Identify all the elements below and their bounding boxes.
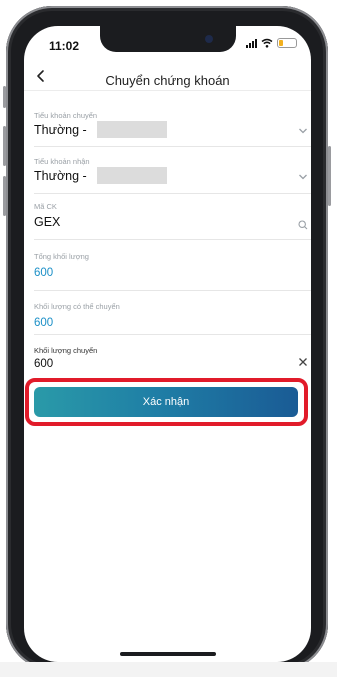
signal-icon [246, 38, 257, 48]
side-button-top [3, 86, 6, 108]
dest-account-value-row: Thường - [34, 167, 304, 184]
redacted-account-number [96, 167, 167, 184]
source-account-value: Thường - [34, 122, 87, 137]
side-button-volume-down [3, 176, 6, 216]
transfer-volume-label: Khối lượng chuyển [34, 346, 98, 355]
divider [34, 146, 311, 147]
source-account-select[interactable]: Tiểu khoản chuyển Thường - [34, 111, 311, 147]
confirm-area: Xác nhận [24, 378, 311, 428]
nav-divider [24, 90, 311, 91]
camera [205, 35, 213, 43]
notch [100, 26, 236, 52]
clear-icon[interactable] [298, 357, 308, 367]
divider [34, 193, 311, 194]
redacted-account-number [96, 121, 167, 138]
total-volume-field: Tổng khối lượng 600 [34, 252, 311, 291]
status-time: 11:02 [49, 39, 80, 53]
side-button-volume-up [3, 126, 6, 166]
confirm-button[interactable]: Xác nhận [34, 387, 298, 417]
transferable-volume-value: 600 [34, 317, 54, 329]
stock-code-label: Mã CK [34, 202, 57, 211]
transfer-volume-input[interactable]: Khối lượng chuyển 600 [34, 346, 307, 372]
dest-account-label: Tiểu khoản nhận [34, 157, 90, 166]
total-volume-value: 600 [34, 267, 54, 279]
bottom-bar [0, 662, 337, 677]
page-title: Chuyển chứng khoán [105, 73, 230, 88]
divider [34, 334, 311, 335]
search-icon[interactable] [298, 220, 308, 230]
stock-code-field[interactable]: Mã CK GEX [34, 202, 311, 240]
divider [34, 239, 311, 240]
chevron-down-icon[interactable] [298, 173, 308, 181]
transferable-volume-label: Khối lượng có thể chuyển [34, 302, 120, 311]
stock-code-value: GEX [34, 215, 61, 229]
nav-bar: Chuyển chứng khoán [24, 60, 311, 90]
total-volume-label: Tổng khối lượng [34, 252, 89, 261]
source-account-value-row: Thường - [34, 121, 304, 138]
source-account-label: Tiểu khoản chuyển [34, 111, 98, 120]
dest-account-value: Thường - [34, 168, 87, 183]
wifi-icon [261, 38, 273, 48]
transfer-volume-value: 600 [34, 358, 54, 370]
status-icons [246, 38, 297, 48]
side-button-power [328, 146, 331, 206]
home-indicator [120, 652, 216, 656]
battery-icon [277, 38, 297, 48]
divider [34, 290, 311, 291]
chevron-down-icon[interactable] [298, 127, 308, 135]
dest-account-select[interactable]: Tiểu khoản nhận Thường - [34, 157, 311, 194]
transferable-volume-field: Khối lượng có thể chuyển 600 [34, 302, 311, 335]
screen: 11:02 Chuyển chứng khoán Tiểu khoản chuy… [24, 26, 311, 662]
